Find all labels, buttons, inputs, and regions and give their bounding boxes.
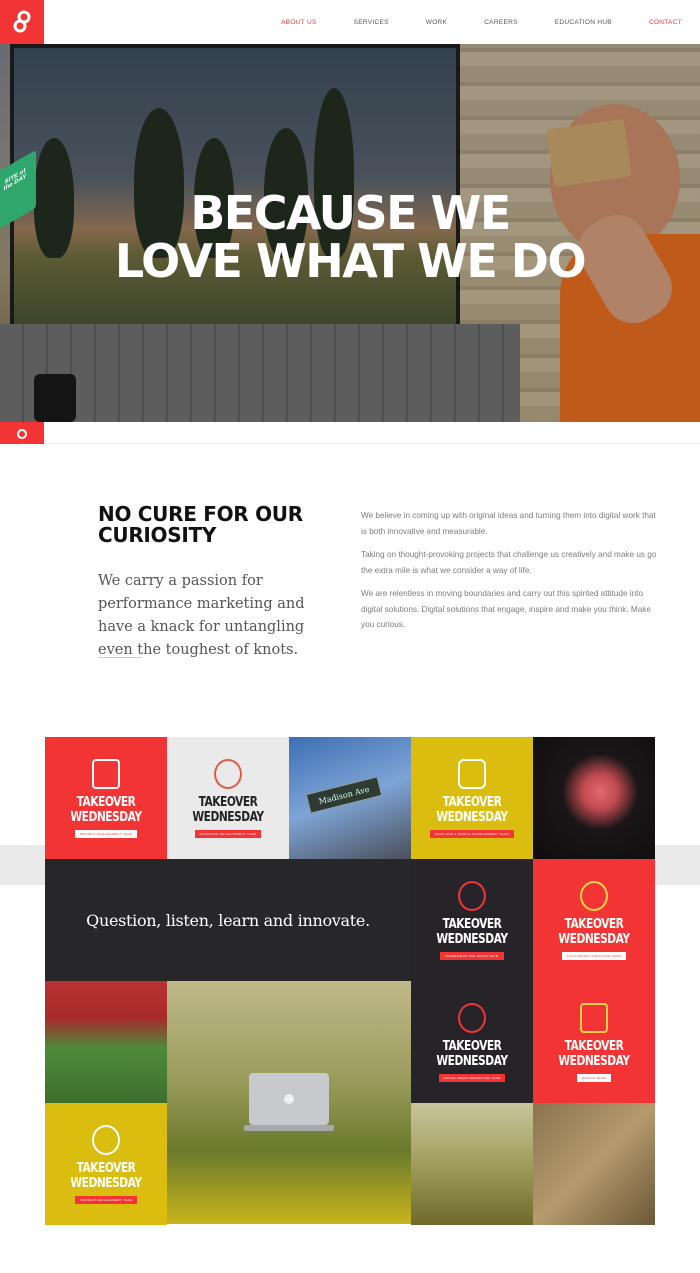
- hero-title-line-1: BECAUSE WE: [190, 186, 511, 240]
- takeover-tile[interactable]: TAKEOVER WEDNESDAY PROJECT MANAGEMENT TE…: [45, 737, 167, 859]
- hero-title-line-2: LOVE WHAT WE DO: [114, 234, 587, 288]
- sticky-subbar: [0, 422, 700, 444]
- team-tag: CONTENT MANAGEMENT TEAM: [74, 1195, 138, 1204]
- pirate-icon: [458, 880, 486, 911]
- takeover-tile[interactable]: TAKEOVER WEDNESDAY DESIGN TEAM: [533, 981, 655, 1103]
- main-nav: ABOUT US SERVICES WORK CAREERS EDUCATION…: [244, 0, 682, 44]
- stadium-photo: [45, 981, 167, 1103]
- takeover-tile[interactable]: TAKEOVER WEDNESDAY LEADERSHIP AND SALES …: [411, 859, 533, 981]
- intro-paragraph: We are relentless in moving boundaries a…: [361, 589, 651, 629]
- street-sign: Madison Ave: [305, 776, 383, 814]
- character-icon: [92, 1124, 120, 1155]
- takeover-title: TAKEOVER WEDNESDAY: [192, 794, 264, 825]
- brand-logo[interactable]: [0, 0, 44, 44]
- quote-text: Question, listen, learn and innovate.: [86, 910, 370, 930]
- takeover-tile[interactable]: TAKEOVER WEDNESDAY FRONTEND DEVELOPMENT …: [167, 737, 289, 859]
- nav-careers[interactable]: CAREERS: [484, 19, 518, 26]
- nav-contact[interactable]: CONTACT: [649, 19, 682, 26]
- quote-tile: Question, listen, learn and innovate.: [45, 859, 411, 981]
- takeover-tile[interactable]: TAKEOVER WEDNESDAY SOCIAL MEDIA MARKETIN…: [411, 981, 533, 1103]
- nav-services[interactable]: SERVICES: [354, 19, 389, 26]
- culture-grid: TAKEOVER WEDNESDAY PROJECT MANAGEMENT TE…: [45, 737, 655, 1225]
- robot-icon: [580, 880, 608, 911]
- takeover-title: TAKEOVER WEDNESDAY: [70, 794, 142, 825]
- team-tag: ACCOUNTING & BALANCE TEAM: [561, 951, 627, 960]
- monster-icon: [580, 1002, 608, 1033]
- takeover-title: TAKEOVER WEDNESDAY: [70, 1160, 142, 1191]
- takeover-title: TAKEOVER WEDNESDAY: [558, 916, 630, 947]
- team-tag: PROJECT MANAGEMENT TEAM: [74, 829, 138, 838]
- team-tag: FRONTEND DEVELOPMENT TEAM: [194, 829, 262, 838]
- stage-photo: [533, 737, 655, 859]
- intro-title: NO CURE FOR OUR CURIOSITY: [98, 502, 303, 547]
- sublogo[interactable]: [0, 422, 44, 444]
- nav-about-us[interactable]: ABOUT US: [281, 19, 317, 26]
- takeover-title: TAKEOVER WEDNESDAY: [436, 794, 508, 825]
- ninja-icon: [458, 1002, 486, 1033]
- street-photo: Madison Ave: [289, 737, 411, 859]
- takeover-title: TAKEOVER WEDNESDAY: [558, 1038, 630, 1069]
- hero-title: BECAUSE WE LOVE WHAT WE DO: [0, 189, 700, 285]
- takeover-title: TAKEOVER WEDNESDAY: [436, 1038, 508, 1069]
- brand-logo-icon: [13, 10, 31, 33]
- team-tag: BACK-END & MOBILE DEVELOPMENT TEAM: [430, 829, 514, 838]
- team-tag: LEADERSHIP AND SALES TEAM: [440, 951, 504, 960]
- takeover-tile[interactable]: TAKEOVER WEDNESDAY BACK-END & MOBILE DEV…: [411, 737, 533, 859]
- site-header: ABOUT US SERVICES WORK CAREERS EDUCATION…: [0, 0, 700, 44]
- team-member-photo: [167, 981, 411, 1224]
- intro-paragraph: Taking on thought-provoking projects tha…: [361, 550, 657, 575]
- nav-education-hub[interactable]: EDUCATION HUB: [555, 19, 612, 26]
- takeover-tile[interactable]: TAKEOVER WEDNESDAY ACCOUNTING & BALANCE …: [533, 859, 655, 981]
- nav-work[interactable]: WORK: [426, 19, 447, 26]
- intro-paragraph: We believe in coming up with original id…: [361, 511, 656, 536]
- team-tag: SOCIAL MEDIA MARKETING TEAM: [438, 1073, 506, 1082]
- bomb-icon: [458, 758, 486, 789]
- cat-photo: [411, 1103, 533, 1225]
- intro-body: We believe in coming up with original id…: [361, 508, 661, 641]
- skull-icon: [214, 758, 242, 789]
- cup-icon: [92, 758, 120, 789]
- laptop-icon: [244, 1072, 334, 1131]
- team-tag: DESIGN TEAM: [577, 1073, 611, 1082]
- business-cards-photo: [533, 1103, 655, 1225]
- divider: [98, 657, 142, 658]
- brand-logo-small-icon: [17, 429, 27, 439]
- hero-section: SITE of the DAY BECAUSE WE LOVE WHAT WE …: [0, 44, 700, 422]
- takeover-tile[interactable]: TAKEOVER WEDNESDAY CONTENT MANAGEMENT TE…: [45, 1103, 167, 1225]
- intro-lead: We carry a passion for performance marke…: [98, 573, 305, 658]
- takeover-title: TAKEOVER WEDNESDAY: [436, 916, 508, 947]
